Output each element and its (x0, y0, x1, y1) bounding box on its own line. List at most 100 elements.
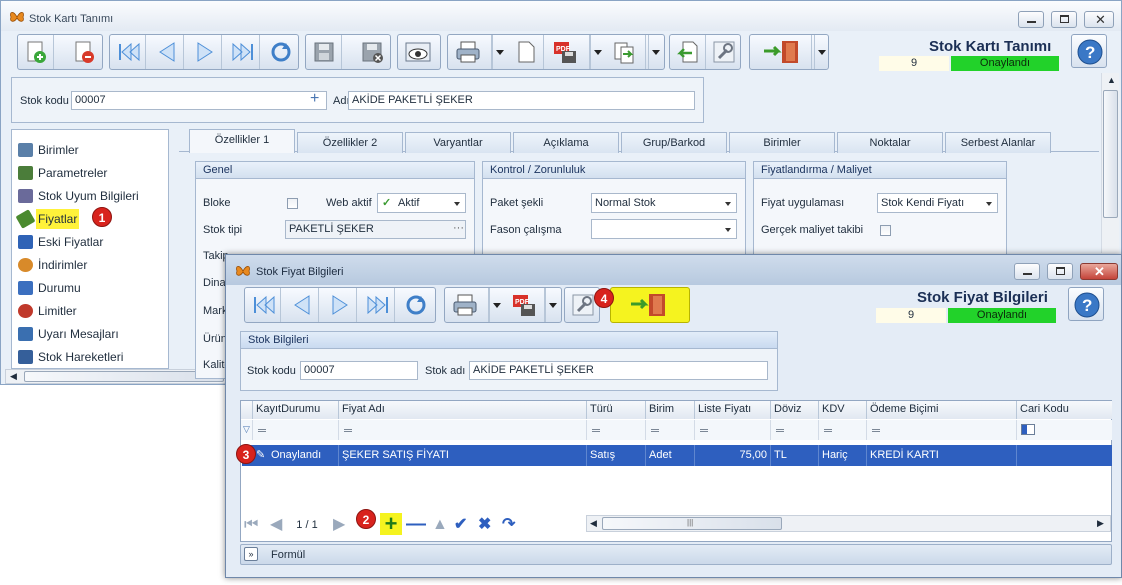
filter-kdv[interactable] (819, 420, 867, 440)
filter-odeme-bicimi[interactable] (867, 420, 1017, 440)
dlg-help-button[interactable]: ? (1068, 287, 1104, 321)
last-record-button[interactable] (224, 35, 260, 69)
dlg-stok-adi-input[interactable]: AKİDE PAKETLİ ŞEKER (469, 361, 768, 380)
minimize-button[interactable] (1018, 11, 1044, 28)
col-turu[interactable]: Türü (587, 401, 646, 419)
tab-serbest-alanlar[interactable]: Serbest Alanlar (945, 132, 1051, 153)
export-dropdown[interactable] (648, 35, 662, 69)
formul-panel[interactable]: » Formül (240, 544, 1112, 565)
grid-hscrollbar[interactable]: ◀ ||| ▶ (586, 515, 1111, 532)
filter-liste-fiyati[interactable] (695, 420, 771, 440)
filter-kayit-durumu[interactable] (253, 420, 339, 440)
sidebar-hscrollbar[interactable]: ◀ (5, 369, 227, 384)
filter-cari-kodu[interactable] (1017, 420, 1112, 440)
cancel-icon[interactable]: ✖ (478, 515, 491, 535)
tab-ozellikler-2[interactable]: Özellikler 2 (297, 132, 403, 153)
next-record-button[interactable] (186, 35, 222, 69)
dlg-last-button[interactable] (359, 288, 395, 322)
add-row-icon[interactable]: + (380, 513, 402, 535)
tab-noktalar[interactable]: Noktalar (837, 132, 943, 153)
col-odeme-bicimi[interactable]: Ödeme Biçimi (867, 401, 1017, 419)
delete-record-button[interactable] (66, 35, 102, 69)
dlg-print-dropdown[interactable] (489, 288, 503, 322)
filter-turu[interactable] (587, 420, 646, 440)
preview-button[interactable] (398, 35, 434, 69)
nav-first-icon[interactable]: ⏮ (244, 515, 258, 535)
web-aktif-combo[interactable]: ✓ Aktif (377, 193, 466, 213)
dlg-pdf-button[interactable]: PDF (505, 288, 545, 322)
dialog-minimize-button[interactable] (1014, 263, 1040, 280)
dialog-maximize-button[interactable] (1047, 263, 1073, 280)
dialog-close-button[interactable]: ✕ (1080, 263, 1118, 280)
new-record-button[interactable] (18, 35, 54, 69)
refresh-button[interactable] (262, 35, 298, 69)
tab-aciklama[interactable]: Açıklama (513, 132, 619, 153)
scroll-left-icon[interactable]: ◀ (590, 518, 597, 529)
paket-sekli-combo[interactable]: Normal Stok (591, 193, 737, 213)
maximize-button[interactable] (1051, 11, 1077, 28)
tab-varyantlar[interactable]: Varyantlar (405, 132, 511, 153)
dlg-pdf-dropdown[interactable] (545, 288, 559, 322)
settings-button[interactable] (706, 35, 742, 69)
sidebar-item-limitler[interactable]: Limitler (16, 301, 166, 321)
stok-tipi-input[interactable]: PAKETLİ ŞEKER (285, 220, 466, 239)
main-scroll-thumb[interactable] (1103, 90, 1118, 218)
undo-icon[interactable]: ↷ (502, 515, 515, 535)
ellipsis-icon[interactable]: ··· (453, 222, 464, 234)
dlg-next-button[interactable] (321, 288, 357, 322)
col-kayit-durumu[interactable]: KayıtDurumu (253, 401, 339, 419)
print-dropdown[interactable] (492, 35, 506, 69)
sidebar-scroll-thumb[interactable] (24, 371, 224, 382)
gercek-maliyet-checkbox[interactable] (880, 225, 891, 236)
table-row[interactable]: ✎ Onaylandı ŞEKER SATIŞ FİYATI Satış Adet… (242, 445, 1112, 466)
fiyat-uygulamasi-combo[interactable]: Stok Kendi Fiyatı (877, 193, 998, 213)
col-kdv[interactable]: KDV (819, 401, 867, 419)
pdf-dropdown[interactable] (590, 35, 604, 69)
dlg-first-button[interactable] (245, 288, 281, 322)
grid-scroll-thumb[interactable]: ||| (602, 517, 782, 530)
print-button[interactable] (448, 35, 492, 69)
scroll-left-icon[interactable]: ◀ (10, 371, 17, 382)
dlg-previous-button[interactable] (283, 288, 319, 322)
sidebar-item-durumu[interactable]: Durumu (16, 278, 166, 298)
pdf-export-button[interactable]: PDF (546, 35, 590, 69)
dlg-exit-button[interactable] (610, 287, 690, 323)
plus-icon[interactable]: + (310, 90, 319, 108)
col-fiyat-adi[interactable]: Fiyat Adı (339, 401, 587, 419)
page-button[interactable] (508, 35, 544, 69)
filter-fiyat-adi[interactable] (339, 420, 587, 440)
col-liste-fiyati[interactable]: Liste Fiyatı (695, 401, 771, 419)
delete-row-icon[interactable]: — (406, 514, 426, 534)
sidebar-item-uyari[interactable]: Uyarı Mesajları (16, 324, 166, 344)
tab-grup-barkod[interactable]: Grup/Barkod (621, 132, 727, 153)
bloke-checkbox[interactable] (287, 198, 298, 209)
export-button[interactable] (606, 35, 646, 69)
filter-doviz[interactable] (771, 420, 819, 440)
dlg-refresh-button[interactable] (397, 288, 433, 322)
scroll-up-icon[interactable]: ▲ (1107, 75, 1116, 85)
dlg-stok-kodu-input[interactable]: 00007 (300, 361, 418, 380)
sidebar-item-birimler[interactable]: Birimler (16, 140, 166, 160)
fason-combo[interactable] (591, 219, 737, 239)
scroll-right-icon[interactable]: ▶ (1097, 518, 1104, 529)
save-button[interactable] (306, 35, 342, 69)
nav-next-icon[interactable]: ▶ (333, 515, 345, 535)
sidebar-item-fiyatlar[interactable]: Fiyatlar (15, 209, 166, 229)
expand-icon[interactable]: » (244, 547, 258, 561)
stok-kodu-input[interactable]: 00007 (71, 91, 327, 110)
sidebar-item-parametreler[interactable]: Parametreler (16, 163, 166, 183)
filter-birim[interactable] (646, 420, 695, 440)
sidebar-item-indirimler[interactable]: İndirimler (16, 255, 166, 275)
sidebar-item-stok-hareketleri[interactable]: Stok Hareketleri (16, 347, 166, 367)
first-record-button[interactable] (110, 35, 146, 69)
sidebar-item-stok-uyum[interactable]: Stok Uyum Bilgileri (16, 186, 166, 206)
main-vscrollbar[interactable]: ▲ (1101, 73, 1119, 253)
tab-birimler[interactable]: Birimler (729, 132, 835, 153)
help-button[interactable]: ? (1071, 34, 1107, 68)
exit-dropdown[interactable] (814, 35, 828, 69)
nav-prev-icon[interactable]: ◀ (270, 515, 282, 535)
sidebar-item-eski-fiyatlar[interactable]: Eski Fiyatlar (16, 232, 166, 252)
col-cari-kodu[interactable]: Cari Kodu (1017, 401, 1112, 419)
confirm-icon[interactable]: ✔ (454, 515, 467, 535)
col-birim[interactable]: Birim (646, 401, 695, 419)
